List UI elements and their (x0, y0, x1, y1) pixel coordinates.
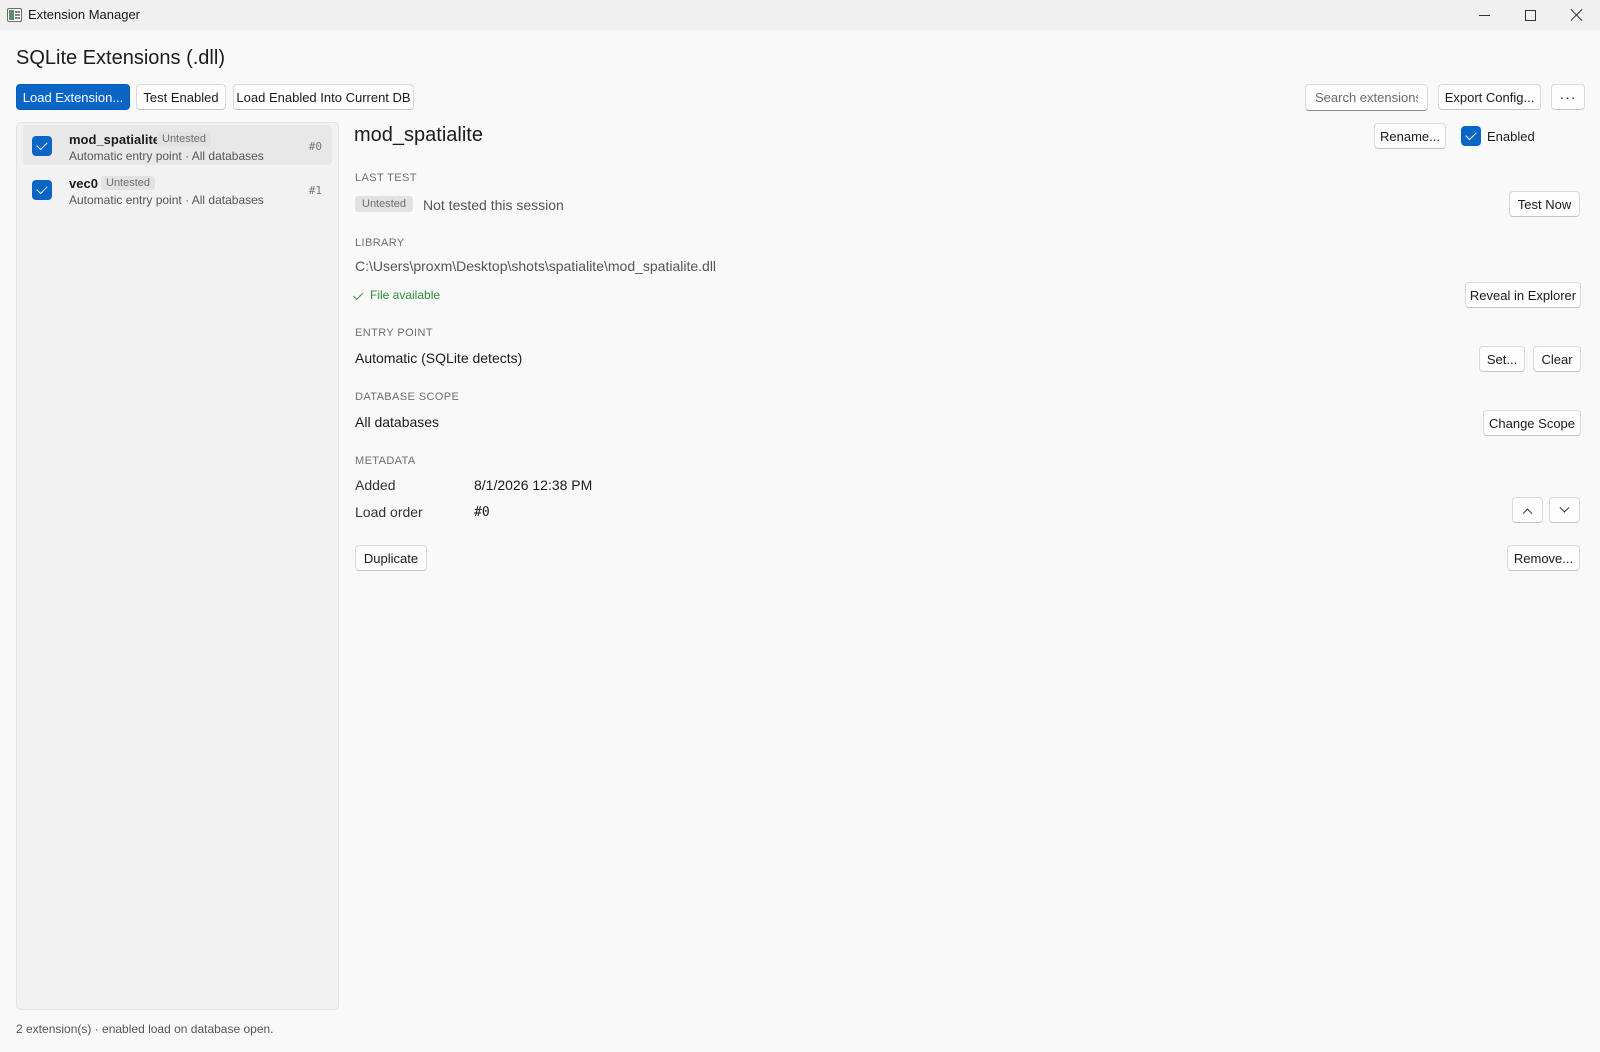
page-title: SQLite Extensions (.dll) (16, 47, 225, 69)
more-icon: ··· (1559, 89, 1577, 105)
extension-list-item[interactable]: vec0 Untested Automatic entry point · Al… (23, 169, 332, 209)
file-status: File available (353, 288, 441, 302)
entry-point-label: ENTRY POINT (355, 327, 433, 339)
remove-button[interactable]: Remove... (1507, 545, 1580, 571)
enabled-checkbox[interactable] (1461, 126, 1481, 146)
extension-summary: Automatic entry point · All databases (69, 149, 264, 163)
database-scope-value: All databases (355, 414, 440, 430)
window-title: Extension Manager (28, 7, 141, 22)
entry-point-summary: Automatic entry point (69, 193, 182, 207)
metadata-label: METADATA (355, 455, 416, 467)
move-down-button[interactable] (1549, 497, 1580, 523)
load-order: #0 (308, 140, 322, 153)
test-status-text: Not tested this session (423, 197, 564, 213)
enable-checkbox[interactable] (32, 136, 52, 156)
status-badge: Untested (101, 176, 156, 190)
checkmark-icon (1465, 128, 1477, 141)
duplicate-button[interactable]: Duplicate (355, 545, 427, 571)
maximize-icon (1524, 9, 1536, 21)
test-now-button[interactable]: Test Now (1509, 191, 1580, 217)
chevron-up-icon (1522, 507, 1533, 518)
checkmark-icon (36, 182, 48, 195)
library-path: C:\Users\proxm\Desktop\shots\spatialite\… (355, 258, 717, 274)
title-bar: Extension Manager (0, 0, 1600, 30)
minimize-button[interactable] (1461, 0, 1507, 30)
change-scope-button[interactable]: Change Scope (1483, 410, 1581, 436)
detail-title: mod_spatialite (354, 124, 483, 146)
more-options-button[interactable]: ··· (1551, 84, 1585, 110)
file-status-text: File available (370, 288, 441, 302)
minimize-icon (1478, 14, 1490, 16)
library-label: LIBRARY (355, 237, 405, 249)
app-icon (7, 8, 22, 22)
checkmark-icon (36, 138, 48, 151)
load-order-value: #0 (474, 505, 490, 520)
last-test-label: LAST TEST (355, 172, 417, 184)
enable-checkbox[interactable] (32, 180, 52, 200)
extension-name: vec0 (69, 176, 98, 191)
test-enabled-button[interactable]: Test Enabled (136, 84, 226, 110)
entry-point-summary: Automatic entry point (69, 149, 182, 163)
test-status-badge: Untested (355, 196, 414, 212)
check-icon (353, 290, 364, 301)
extension-name: mod_spatialite (69, 132, 161, 147)
search-input[interactable] (1305, 84, 1428, 111)
chevron-down-icon (1559, 502, 1570, 513)
added-value: 8/1/2026 12:38 PM (474, 477, 593, 493)
added-key: Added (355, 477, 396, 493)
scope-summary: All databases (191, 149, 264, 163)
extension-list-item[interactable]: mod_spatialite Untested Automatic entry … (23, 125, 332, 165)
clear-entry-point-button[interactable]: Clear (1533, 346, 1581, 372)
status-footer: 2 extension(s) · enabled load on databas… (16, 1022, 274, 1036)
close-button[interactable] (1554, 0, 1600, 30)
extension-summary: Automatic entry point · All databases (69, 193, 264, 207)
set-entry-point-button[interactable]: Set... (1479, 346, 1525, 372)
maximize-button[interactable] (1507, 0, 1553, 30)
rename-button[interactable]: Rename... (1374, 123, 1446, 149)
load-order: #1 (308, 184, 322, 197)
export-config-button[interactable]: Export Config... (1438, 84, 1541, 110)
status-badge: Untested (157, 132, 212, 146)
reveal-in-explorer-button[interactable]: Reveal in Explorer (1465, 282, 1581, 308)
entry-point-value: Automatic (SQLite detects) (355, 350, 523, 366)
load-order-key: Load order (355, 504, 423, 520)
close-icon (1570, 8, 1584, 22)
scope-summary: All databases (191, 193, 264, 207)
database-scope-label: DATABASE SCOPE (355, 391, 460, 403)
enabled-label: Enabled (1487, 129, 1535, 144)
extension-list: mod_spatialite Untested Automatic entry … (16, 122, 339, 1010)
load-extension-button[interactable]: Load Extension... (16, 84, 130, 110)
load-enabled-into-db-button[interactable]: Load Enabled Into Current DB (233, 84, 414, 110)
move-up-button[interactable] (1512, 497, 1543, 523)
